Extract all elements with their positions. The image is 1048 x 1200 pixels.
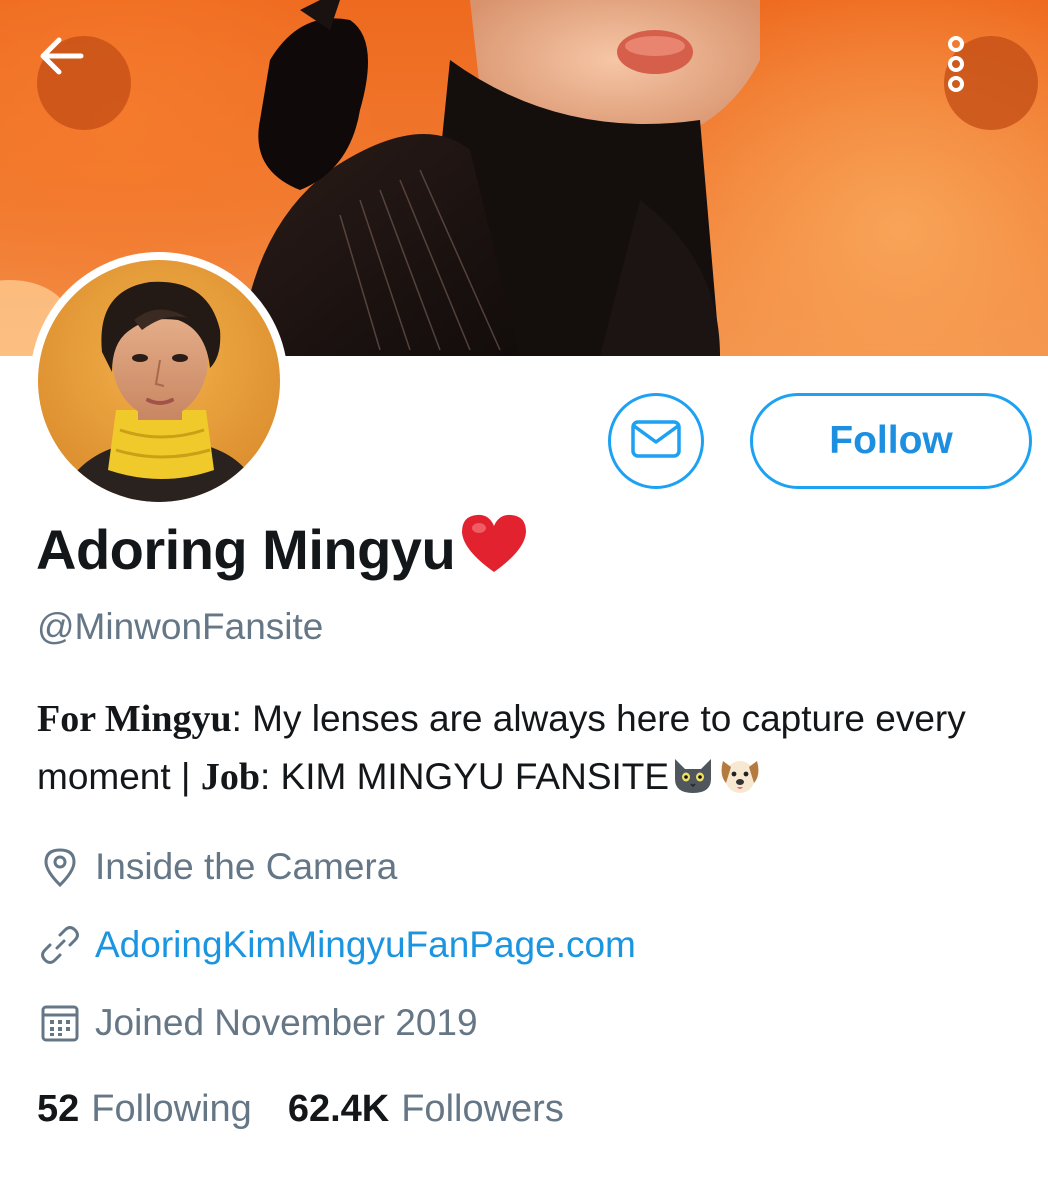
following-count: 52: [37, 1088, 80, 1130]
followers-stat[interactable]: 62.4K Followers: [288, 1088, 564, 1131]
more-options-button[interactable]: [944, 36, 1038, 130]
link-icon: [37, 922, 83, 968]
profile-bio: For Mingyu: My lenses are always here to…: [37, 690, 1027, 812]
joined-text: Joined November 2019: [95, 1002, 478, 1043]
profile-stats: 52 Following 62.4K Followers: [37, 1088, 564, 1131]
bio-label-for: For Mingyu: [37, 698, 232, 740]
user-handle: @MinwonFansite: [37, 606, 324, 647]
avatar[interactable]: [30, 252, 288, 510]
dog-face-icon: [717, 754, 763, 812]
follow-button-label: Follow: [829, 419, 953, 462]
location-text: Inside the Camera: [95, 846, 398, 887]
website-link[interactable]: AdoringKimMingyuFanPage.com: [95, 924, 636, 966]
profile-location: Inside the Camera: [37, 844, 397, 890]
followers-count: 62.4K: [287, 1088, 390, 1130]
display-name-text: Adoring Mingyu: [36, 518, 456, 581]
profile-joined-date: Joined November 2019: [37, 1000, 478, 1046]
followers-label: Followers: [401, 1088, 564, 1130]
calendar-icon: [37, 1000, 83, 1046]
follow-button[interactable]: Follow: [750, 393, 1032, 489]
location-pin-icon: [37, 844, 83, 890]
following-label: Following: [91, 1088, 252, 1130]
cat-face-icon: [671, 754, 715, 812]
profile-website[interactable]: AdoringKimMingyuFanPage.com: [37, 922, 636, 968]
bio-text-2: : KIM MINGYU FANSITE: [259, 756, 670, 797]
message-button[interactable]: [608, 393, 704, 489]
avatar-photo: [38, 260, 280, 502]
envelope-icon: [631, 419, 681, 463]
back-button[interactable]: [37, 36, 131, 130]
following-stat[interactable]: 52 Following: [37, 1088, 252, 1131]
bio-label-job: Job: [200, 756, 260, 798]
display-name: Adoring Mingyu: [36, 512, 529, 587]
heart-emoji-icon: [459, 512, 529, 587]
